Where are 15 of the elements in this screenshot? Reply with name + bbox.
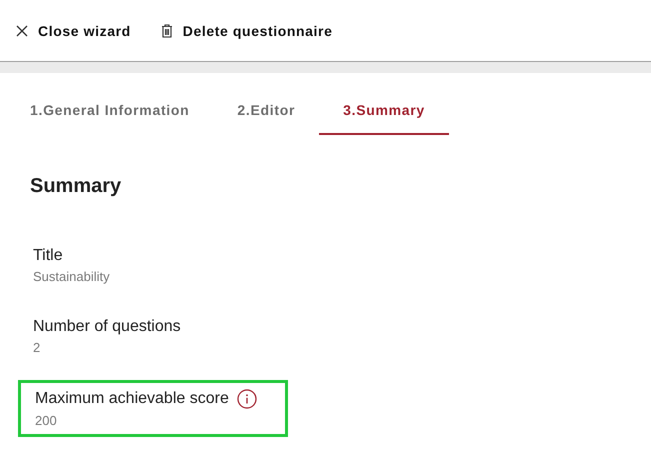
field-value: Sustainability [33, 269, 111, 284]
delete-button[interactable]: Delete questionnaire [160, 22, 332, 38]
field-value: 2 [33, 340, 42, 355]
trash-icon [160, 24, 173, 38]
step-tab[interactable]: 3.Summary [319, 91, 449, 135]
field-label: Number of questions [33, 318, 181, 336]
close-icon [16, 24, 28, 36]
step-tab[interactable]: 1.General Information [6, 91, 214, 135]
close-wizard-button[interactable]: Close wizard [16, 22, 131, 38]
field-value: 200 [35, 413, 58, 428]
field-label: Title [33, 247, 63, 265]
section-heading: Summary [29, 175, 122, 198]
info-icon[interactable] [236, 389, 257, 409]
field-label: Maximum achievable score [35, 390, 229, 408]
step-tab[interactable]: 2.Editor [213, 91, 320, 135]
